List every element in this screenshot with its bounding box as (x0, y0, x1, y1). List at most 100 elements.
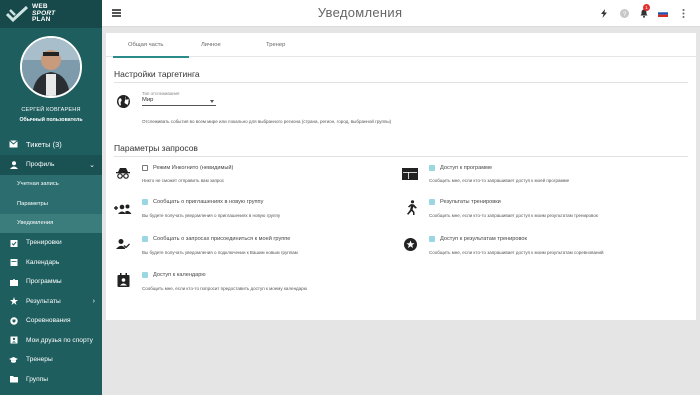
requests-title: Параметры запросов (114, 143, 198, 153)
tab-bar: Общая часть Личное Тренер (106, 37, 696, 58)
sidebar-item-label: Тренеры (26, 356, 53, 364)
avatar-photo (22, 38, 80, 96)
logo-line-3: PLAN (32, 16, 51, 24)
logo[interactable]: WEB SPORT PLAN (0, 0, 102, 28)
sidebar-item-account[interactable]: Учетная запись (0, 174, 102, 194)
incognito-checkbox[interactable] (142, 165, 148, 171)
calendar-check-icon (9, 238, 18, 247)
person-icon (9, 160, 18, 169)
program-access-option[interactable]: Доступ к программе (429, 165, 492, 171)
chevron-right-icon: › (92, 297, 95, 305)
sidebar-item-label: Уведомления (17, 220, 54, 227)
sidebar-item-friends[interactable]: Мои друзья по спорту (0, 331, 102, 351)
group-icon (9, 375, 18, 384)
results-access-option[interactable]: Доступ к результатам тренировок (429, 236, 527, 242)
sidebar-item-profile[interactable]: Профиль ⌄ (0, 155, 102, 175)
user-role: Обычный пользователь (19, 117, 83, 123)
divider (114, 156, 688, 157)
bell-icon[interactable]: 1 (639, 4, 650, 18)
runner-icon (404, 199, 418, 215)
tab-general[interactable]: Общая часть (128, 42, 163, 48)
sidebar-item-notifications[interactable]: Уведомления (0, 213, 102, 233)
puzzle-icon (9, 277, 18, 286)
sidebar-item-trainings[interactable]: Тренировки (0, 233, 102, 253)
incognito-option[interactable]: Режим Инкогнито (невидимый) (142, 165, 233, 171)
option-hint: Никто не сможет отправить вам запрос (142, 178, 225, 183)
program-access-checkbox[interactable] (429, 165, 435, 171)
user-profile: СЕРГЕЙ КОВГАРЕНЯ Обычный пользователь (0, 28, 102, 130)
join-requests-checkbox[interactable] (142, 236, 148, 242)
sidebar-menu: Тикеты (3) Профиль ⌄ Учетная запись Пара… (0, 133, 102, 389)
option-label: Режим Инкогнито (невидимый) (153, 165, 234, 171)
option-label: Доступ к программе (440, 165, 493, 171)
sidebar-item-label: Результаты (26, 297, 61, 305)
help-icon[interactable]: ? (619, 8, 629, 18)
flash-icon[interactable] (599, 8, 609, 18)
option-label: Доступ к календарю (153, 272, 206, 278)
results-access-checkbox[interactable] (429, 236, 435, 242)
flag-ru-icon[interactable] (658, 8, 668, 18)
calendar-access-option[interactable]: Доступ к календарю (142, 272, 206, 278)
sidebar-item-label: Соревнования (26, 317, 71, 325)
tracking-type-value: Мир (142, 97, 154, 103)
sidebar-item-label: Программы (26, 278, 62, 286)
option-hint: Сообщить мне, если кто-то запрашивает до… (429, 178, 570, 183)
training-results-option[interactable]: Результаты тренировки (429, 199, 501, 205)
sidebar-item-groups[interactable]: Группы (0, 370, 102, 390)
option-hint: Сообщить мне, если кто-то запрашивает до… (429, 250, 604, 255)
join-requests-option[interactable]: Сообщать о запросах присоединиться к мое… (142, 236, 290, 242)
page-title: Уведомления (317, 5, 403, 20)
targeting-title: Настройки таргетинга (114, 69, 200, 79)
sidebar-item-results[interactable]: Результаты › (0, 292, 102, 312)
envelope-icon (9, 140, 18, 149)
logo-check-icon (6, 6, 28, 22)
friends-icon (9, 336, 18, 345)
sidebar-item-trainers[interactable]: Тренеры (0, 350, 102, 370)
sidebar-item-label: Мои друзья по спорту (26, 336, 93, 344)
sidebar-item-label: Тикеты (3) (26, 139, 62, 149)
incognito-icon (116, 166, 130, 180)
avatar[interactable] (20, 36, 82, 98)
sidebar-item-tickets[interactable]: Тикеты (3) (0, 133, 102, 155)
option-hint: Сообщить мне, если кто-то попросит предо… (142, 286, 308, 291)
tracking-type-select[interactable]: Мир (142, 97, 216, 106)
option-label: Доступ к результатам тренировок (440, 236, 527, 242)
calendar-person-icon (116, 273, 130, 287)
training-results-checkbox[interactable] (429, 199, 435, 205)
option-label: Сообщать о приглашениях в новую группу (153, 199, 264, 205)
chevron-down-icon: ⌄ (89, 161, 95, 169)
star-badge-icon (403, 237, 417, 251)
globe-icon (116, 94, 130, 108)
sidebar-item-competitions[interactable]: Соревнования (0, 311, 102, 331)
tab-trainer[interactable]: Тренер (266, 42, 285, 48)
star-icon (9, 297, 18, 306)
tab-indicator (113, 56, 189, 58)
sidebar-item-label: Учетная запись (17, 181, 59, 188)
sidebar-item-label: Параметры (17, 200, 48, 207)
option-hint: Сообщить мне, если кто-то запрашивает до… (429, 213, 598, 218)
group-invites-option[interactable]: Сообщать о приглашениях в новую группу (142, 199, 263, 205)
person-check-icon (116, 237, 130, 251)
notification-badge: 1 (643, 4, 650, 11)
group-invites-checkbox[interactable] (142, 199, 148, 205)
trophy-icon (9, 316, 18, 325)
option-hint: Вы будете получать уведомления о подключ… (142, 250, 298, 255)
tracking-type-label: Тип отслеживания (142, 91, 180, 96)
sidebar-item-label: Профиль (26, 161, 55, 169)
sidebar-item-parameters[interactable]: Параметры (0, 194, 102, 214)
top-bar: Уведомления ? 1 (102, 0, 700, 27)
more-vert-icon[interactable] (678, 8, 688, 18)
sidebar: WEB SPORT PLAN СЕРГЕЙ КОВГАРЕНЯ Обычный … (0, 0, 102, 395)
sidebar-item-label: Тренировки (26, 239, 62, 247)
tab-personal[interactable]: Личное (201, 42, 221, 48)
sidebar-item-programs[interactable]: Программы (0, 272, 102, 292)
dropdown-caret-icon (210, 100, 214, 103)
divider (114, 82, 688, 83)
calendar-access-checkbox[interactable] (142, 272, 148, 278)
option-label: Сообщать о запросах присоединиться к мое… (153, 236, 291, 242)
mortarboard-icon (9, 355, 18, 364)
notifications-card: Общая часть Личное Тренер Настройки тарг… (106, 33, 696, 320)
web-icon (402, 167, 418, 181)
sidebar-item-calendar[interactable]: Календарь (0, 253, 102, 273)
group-add-icon (114, 202, 132, 216)
